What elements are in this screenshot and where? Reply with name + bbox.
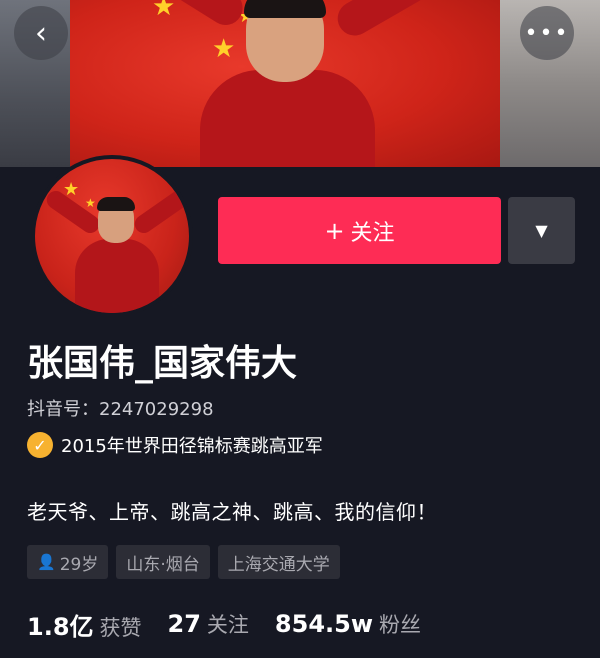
triangle-down-icon: ▼ — [535, 221, 548, 240]
banner-person-hair — [244, 0, 326, 18]
flag-star-icon: ★ — [212, 34, 236, 64]
stat-value: 1.8亿 — [27, 612, 94, 641]
recommend-dropdown-button[interactable]: ▼ — [508, 197, 575, 264]
stat-label: 关注 — [206, 613, 249, 637]
profile-stats: 1.8亿 获赞 27 关注 854.5w 粉丝 — [27, 606, 447, 642]
stat-following[interactable]: 27 关注 — [168, 609, 249, 639]
stat-likes: 1.8亿 获赞 — [27, 607, 142, 642]
stat-value: 27 — [167, 610, 201, 638]
verification-row: ✓ 2015年世界田径锦标赛跳高亚军 — [27, 431, 323, 459]
profile-banner: ★ ★ ★ — [0, 0, 600, 167]
more-button[interactable]: ••• — [520, 6, 574, 60]
tag-label: 山东·烟台 — [126, 554, 200, 575]
verified-badge-icon: ✓ — [27, 432, 53, 458]
follow-button[interactable]: + 关注 — [218, 197, 501, 264]
plus-icon: + — [324, 216, 345, 245]
profile-name: 张国伟_国家伟大 — [27, 343, 298, 384]
profile-bio: 老天爷、上帝、跳高之神、跳高、我的信仰！ — [27, 500, 437, 524]
tag-location: 山东·烟台 — [116, 545, 210, 579]
stat-label: 粉丝 — [379, 613, 422, 637]
tag-label: 29岁 — [59, 554, 99, 575]
avatar-person-arm — [131, 187, 189, 237]
banner-person-body — [200, 70, 375, 167]
verification-text: 2015年世界田径锦标赛跳高亚军 — [61, 436, 323, 457]
chevron-left-icon: ‹ — [35, 15, 47, 51]
avatar-person-hair — [97, 197, 135, 211]
avatar[interactable]: ★ ★ — [31, 155, 193, 317]
douyin-id: 抖音号：2247029298 — [27, 399, 214, 420]
follow-label: 关注 — [350, 220, 395, 246]
ellipsis-icon: ••• — [524, 20, 570, 46]
flag-star-icon: ★ — [85, 196, 96, 210]
profile-tags: 👤 29岁 山东·烟台 上海交通大学 — [27, 545, 340, 579]
tag-school[interactable]: 上海交通大学 — [217, 545, 340, 579]
person-icon: 👤 — [37, 553, 56, 571]
avatar-person-body — [75, 239, 159, 313]
tag-label: 上海交通大学 — [227, 554, 330, 575]
flag-star-icon: ★ — [152, 0, 176, 22]
stat-value: 854.5w — [274, 610, 374, 638]
stat-label: 获赞 — [99, 615, 142, 640]
stat-followers[interactable]: 854.5w 粉丝 — [275, 609, 421, 639]
tag-age: 👤 29岁 — [27, 545, 109, 579]
back-button[interactable]: ‹ — [14, 6, 68, 60]
